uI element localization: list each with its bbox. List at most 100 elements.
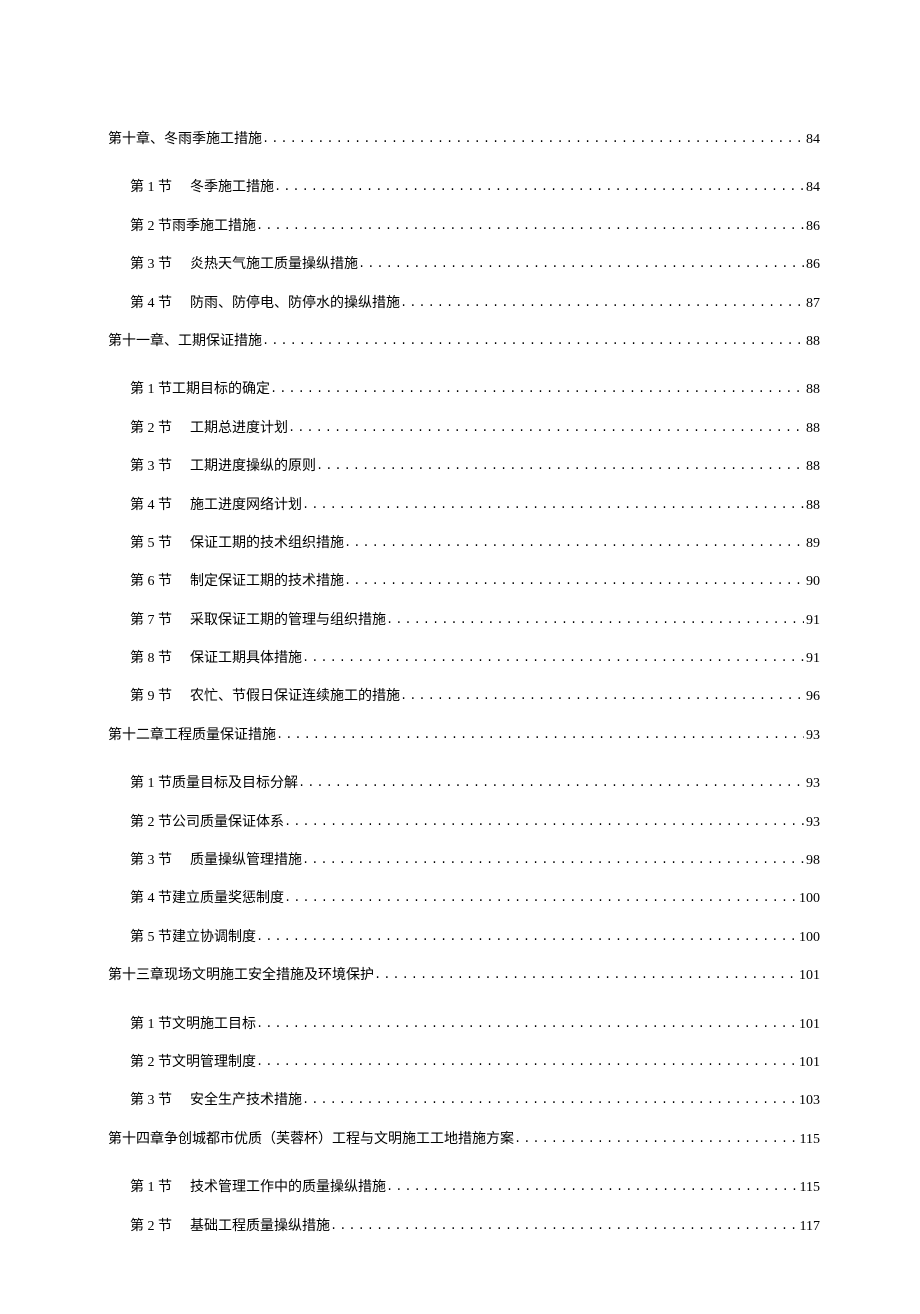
toc-label: 第 1 节技术管理工作中的质量操纵措施 (130, 1177, 386, 1199)
toc-leader-dots (256, 928, 797, 947)
toc-entry: 第 5 节保证工期的技术组织措施 89 (108, 533, 820, 555)
toc-label: 第 3 节炎热天气施工质量操纵措施 (130, 254, 358, 276)
toc-leader-dots (400, 294, 804, 313)
toc-entry: 第 2 节工期总进度计划 88 (108, 418, 820, 440)
toc-entry: 第 2 节基础工程质量操纵措施 117 (108, 1216, 820, 1238)
toc-label: 第 2 节基础工程质量操纵措施 (130, 1216, 330, 1238)
toc-label: 第 2 节公司质量保证体系 (130, 812, 284, 834)
toc-leader-dots (262, 332, 804, 351)
toc-label: 第 9 节农忙、节假日保证连续施工的措施 (130, 686, 400, 708)
toc-page-number: 91 (804, 610, 820, 632)
toc-entry: 第十三章现场文明施工安全措施及环境保护 101 (108, 965, 820, 987)
toc-page-number: 96 (804, 686, 820, 708)
toc-entry: 第 1 节工期目标的确定 88 (108, 379, 820, 401)
toc-leader-dots (374, 966, 797, 985)
toc-label: 第 2 节工期总进度计划 (130, 418, 288, 440)
toc-entry: 第十一章、工期保证措施 88 (108, 331, 820, 353)
toc-entry: 第十章、冬雨季施工措施 84 (108, 129, 820, 151)
toc-page-number: 84 (804, 177, 820, 199)
toc-label: 第 3 节安全生产技术措施 (130, 1090, 302, 1112)
toc-leader-dots (344, 534, 804, 553)
toc-page-number: 91 (804, 648, 820, 670)
toc-leader-dots (302, 496, 804, 515)
toc-entry: 第 4 节建立质量奖惩制度 100 (108, 888, 820, 910)
toc-page-number: 88 (804, 418, 820, 440)
toc-page-number: 100 (797, 888, 820, 910)
toc-entry: 第 3 节炎热天气施工质量操纵措施 86 (108, 254, 820, 276)
toc-page-number: 117 (798, 1216, 820, 1238)
toc-page-number: 90 (804, 571, 820, 593)
toc-leader-dots (284, 813, 804, 832)
toc-entry: 第 6 节制定保证工期的技术措施 90 (108, 571, 820, 593)
toc-label: 第十章、冬雨季施工措施 (108, 129, 262, 151)
toc-label: 第 1 节冬季施工措施 (130, 177, 274, 199)
toc-label: 第 1 节质量目标及目标分解 (130, 773, 298, 795)
toc-entry: 第 9 节农忙、节假日保证连续施工的措施 96 (108, 686, 820, 708)
toc-leader-dots (386, 611, 804, 630)
toc-leader-dots (270, 380, 804, 399)
toc-page-number: 101 (797, 1052, 820, 1074)
toc-page-number: 103 (797, 1090, 820, 1112)
toc-leader-dots (302, 649, 804, 668)
toc-label: 第 3 节工期进度操纵的原则 (130, 456, 316, 478)
toc-page-number: 88 (804, 331, 820, 353)
toc-page-number: 87 (804, 293, 820, 315)
toc-label: 第 2 节雨季施工措施 (130, 216, 256, 238)
toc-leader-dots (344, 572, 804, 591)
toc-label: 第十三章现场文明施工安全措施及环境保护 (108, 965, 374, 987)
toc-page-number: 88 (804, 379, 820, 401)
toc-page-number: 101 (797, 1014, 820, 1036)
toc-label: 第 6 节制定保证工期的技术措施 (130, 571, 344, 593)
toc-entry: 第 4 节施工进度网络计划 88 (108, 495, 820, 517)
toc-entry: 第 1 节冬季施工措施 84 (108, 177, 820, 199)
toc-label: 第 1 节工期目标的确定 (130, 379, 270, 401)
toc-entry: 第十二章工程质量保证措施 93 (108, 725, 820, 747)
toc-label: 第 7 节采取保证工期的管理与组织措施 (130, 610, 386, 632)
toc-page-number: 115 (798, 1177, 820, 1199)
toc-label: 第 2 节文明管理制度 (130, 1052, 256, 1074)
toc-label: 第十四章争创城都市优质（芙蓉杯）工程与文明施工工地措施方案 (108, 1129, 514, 1151)
toc-leader-dots (302, 851, 804, 870)
toc-page-number: 88 (804, 495, 820, 517)
toc-label: 第 1 节文明施工目标 (130, 1014, 256, 1036)
toc-leader-dots (288, 419, 804, 438)
toc-label: 第 5 节建立协调制度 (130, 927, 256, 949)
toc-leader-dots (302, 1091, 797, 1110)
toc-leader-dots (256, 1053, 797, 1072)
toc-entry: 第 1 节技术管理工作中的质量操纵措施 115 (108, 1177, 820, 1199)
toc-page-number: 101 (797, 965, 820, 987)
toc-page-number: 89 (804, 533, 820, 555)
toc-entry: 第 2 节文明管理制度 101 (108, 1052, 820, 1074)
table-of-contents: 第十章、冬雨季施工措施 84第 1 节冬季施工措施 84第 2 节雨季施工措施 … (108, 129, 820, 1238)
toc-page-number: 93 (804, 725, 820, 747)
toc-leader-dots (514, 1130, 798, 1149)
toc-entry: 第 8 节保证工期具体措施 91 (108, 648, 820, 670)
toc-leader-dots (276, 726, 804, 745)
toc-page-number: 84 (804, 129, 820, 151)
toc-entry: 第 2 节公司质量保证体系 93 (108, 812, 820, 834)
toc-page-number: 88 (804, 456, 820, 478)
toc-page-number: 98 (804, 850, 820, 872)
toc-leader-dots (400, 687, 804, 706)
toc-leader-dots (358, 255, 804, 274)
toc-label: 第十一章、工期保证措施 (108, 331, 262, 353)
toc-label: 第 4 节建立质量奖惩制度 (130, 888, 284, 910)
toc-leader-dots (256, 1015, 797, 1034)
toc-page-number: 86 (804, 254, 820, 276)
toc-label: 第 8 节保证工期具体措施 (130, 648, 302, 670)
toc-entry: 第 2 节雨季施工措施 86 (108, 216, 820, 238)
toc-leader-dots (298, 774, 804, 793)
toc-label: 第十二章工程质量保证措施 (108, 725, 276, 747)
toc-label: 第 3 节质量操纵管理措施 (130, 850, 302, 872)
toc-page-number: 115 (798, 1129, 820, 1151)
toc-entry: 第 1 节质量目标及目标分解 93 (108, 773, 820, 795)
toc-entry: 第 4 节防雨、防停电、防停水的操纵措施 87 (108, 293, 820, 315)
toc-page-number: 93 (804, 812, 820, 834)
toc-entry: 第 1 节文明施工目标 101 (108, 1014, 820, 1036)
toc-entry: 第十四章争创城都市优质（芙蓉杯）工程与文明施工工地措施方案 115 (108, 1129, 820, 1151)
toc-label: 第 4 节施工进度网络计划 (130, 495, 302, 517)
toc-entry: 第 7 节采取保证工期的管理与组织措施 91 (108, 610, 820, 632)
toc-leader-dots (256, 217, 804, 236)
toc-entry: 第 3 节质量操纵管理措施 98 (108, 850, 820, 872)
toc-page-number: 86 (804, 216, 820, 238)
